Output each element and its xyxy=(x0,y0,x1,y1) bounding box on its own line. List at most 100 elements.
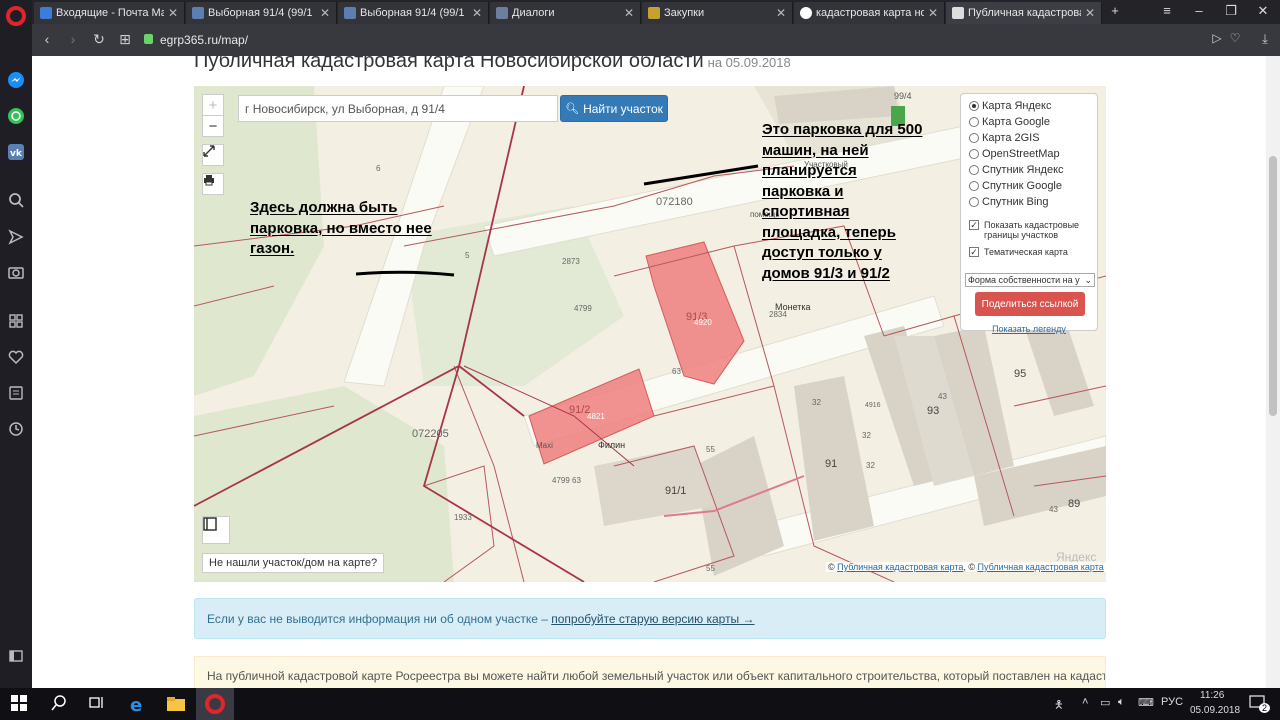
radio-icon[interactable] xyxy=(969,117,979,127)
share-link-button[interactable]: Поделиться ссылкой xyxy=(975,292,1085,316)
volume-icon[interactable]: 🔈︎ xyxy=(1118,696,1125,709)
tab-mail[interactable]: Входящие - Почта Mail.R ✕ xyxy=(34,2,185,24)
checkmark-icon[interactable]: ✓ xyxy=(969,220,979,230)
search-icon[interactable] xyxy=(6,190,26,210)
window-close-icon[interactable]: ✕ xyxy=(1254,3,1272,19)
close-icon[interactable]: ✕ xyxy=(776,6,786,20)
map-label: 55 xyxy=(706,564,715,573)
annotation-left: Здесь должна быть парковка, но вместо не… xyxy=(250,199,432,257)
old-map-link[interactable]: попробуйте старую версию карты → xyxy=(551,612,754,626)
notifications-icon[interactable]: 2 xyxy=(1248,694,1271,715)
tab-vk-2[interactable]: Выборная 91/4 (99/1 стр ✕ xyxy=(338,2,489,24)
tabs-grid-icon[interactable]: ⊞ xyxy=(116,31,134,48)
layer-option-google-sat[interactable]: Спутник Google xyxy=(969,180,1062,192)
copyright-link[interactable]: Публичная кадастровая карта xyxy=(978,562,1104,572)
chevron-up-icon[interactable]: ˄ xyxy=(1082,696,1088,708)
close-icon[interactable]: ✕ xyxy=(928,6,938,20)
minimize-icon[interactable]: – xyxy=(1190,3,1208,18)
thematic-map-checkbox[interactable]: ✓ Тематическая карта xyxy=(969,247,1068,257)
layer-option-google[interactable]: Карта Google xyxy=(969,116,1050,128)
copyright-link[interactable]: Публичная кадастровая карта xyxy=(837,562,963,572)
camera-icon[interactable] xyxy=(6,262,26,282)
sidebar-toggle-icon[interactable] xyxy=(6,646,26,666)
building-number: 4821 xyxy=(587,412,605,421)
tab-cadastral-map[interactable]: Публичная кадастровая ✕ xyxy=(946,2,1102,24)
tab-dialogs[interactable]: Диалоги ✕ xyxy=(490,2,641,24)
map-label: 5 xyxy=(465,251,470,260)
ownership-select[interactable]: Форма собственности на у ⌄ xyxy=(965,273,1095,287)
bookmark-heart-icon[interactable]: ♡ xyxy=(1226,31,1244,45)
messenger-icon[interactable] xyxy=(6,70,26,90)
whatsapp-icon[interactable] xyxy=(6,106,26,126)
download-icon[interactable]: ⤓ xyxy=(1256,31,1274,47)
radio-icon[interactable] xyxy=(969,133,979,143)
new-tab-icon[interactable]: + xyxy=(1106,3,1124,18)
page-scrollbar[interactable] xyxy=(1266,56,1280,688)
map-label: 2873 xyxy=(562,257,580,266)
expand-icon xyxy=(203,145,215,157)
vk-sidebar-icon[interactable]: vk xyxy=(6,142,26,162)
tab-google-search[interactable]: кадастровая карта ново ✕ xyxy=(794,2,945,24)
map-label: 4799 63 xyxy=(552,476,581,485)
scrollbar-thumb[interactable] xyxy=(1269,156,1277,416)
news-icon[interactable] xyxy=(6,383,26,403)
clock-time[interactable]: 11:26 xyxy=(1200,690,1224,701)
heart-icon[interactable] xyxy=(6,347,26,367)
show-legend-link[interactable]: Показать легенду xyxy=(961,324,1097,334)
edge-icon[interactable]: e xyxy=(128,694,148,716)
history-icon[interactable] xyxy=(6,419,26,439)
layer-option-yandex-sat[interactable]: Спутник Яндекс xyxy=(969,164,1064,176)
clock-date[interactable]: 05.09.2018 xyxy=(1190,705,1240,716)
layer-option-yandex[interactable]: Карта Яндекс xyxy=(969,100,1051,112)
file-explorer-icon[interactable] xyxy=(166,694,186,714)
forward-icon[interactable]: › xyxy=(64,31,82,47)
checkmark-icon[interactable]: ✓ xyxy=(969,247,979,257)
layer-option-bing-sat[interactable]: Спутник Bing xyxy=(969,196,1049,208)
address-bar[interactable]: egrp365.ru/map/ xyxy=(140,29,1280,51)
back-icon[interactable]: ‹ xyxy=(38,31,56,47)
close-icon[interactable]: ✕ xyxy=(168,6,178,20)
show-borders-checkbox[interactable]: ✓ Показать кадастровые границы участков xyxy=(969,220,1095,240)
tab-vk-1[interactable]: Выборная 91/4 (99/1 стр ✕ xyxy=(186,2,337,24)
close-icon[interactable]: ✕ xyxy=(1085,6,1095,20)
fullscreen-button[interactable] xyxy=(202,144,224,166)
radio-icon[interactable] xyxy=(969,165,979,175)
find-parcel-button[interactable]: 🔍︎ Найти участок xyxy=(560,95,668,122)
task-view-icon[interactable] xyxy=(88,694,108,714)
layer-option-2gis[interactable]: Карта 2GIS xyxy=(969,132,1040,144)
people-icon[interactable]: 🯅 xyxy=(1054,696,1064,715)
not-found-button[interactable]: Не нашли участок/дом на карте? xyxy=(202,553,385,573)
close-icon[interactable]: ✕ xyxy=(472,6,482,20)
tab-menu-icon[interactable]: ≡ xyxy=(1158,3,1176,18)
radio-icon[interactable] xyxy=(969,197,979,207)
zoom-out-button[interactable]: − xyxy=(202,115,224,137)
cadastral-map[interactable]: 072180 072205 2873 4799 4799 63 1933 6 5… xyxy=(194,86,1106,582)
printer-icon xyxy=(204,175,214,186)
print-button[interactable] xyxy=(202,173,224,195)
map-label: 6 xyxy=(376,164,381,173)
language-indicator[interactable]: РУС xyxy=(1161,696,1183,708)
maximize-icon[interactable]: ❐ xyxy=(1222,3,1240,19)
cadastral-info-button[interactable] xyxy=(202,516,230,544)
radio-icon[interactable] xyxy=(969,181,979,191)
emblem-icon xyxy=(648,7,660,19)
send-page-icon[interactable]: ▷ xyxy=(1208,31,1226,45)
opera-logo-icon[interactable] xyxy=(6,6,26,26)
windows-start-icon[interactable] xyxy=(10,694,30,714)
radio-icon[interactable] xyxy=(969,149,979,159)
input-icon[interactable]: ⌨︎ xyxy=(1138,696,1154,709)
tab-zakupki[interactable]: Закупки ✕ xyxy=(642,2,793,24)
address-search-input[interactable] xyxy=(238,95,558,122)
radio-selected-icon[interactable] xyxy=(969,101,979,111)
opera-taskbar-button[interactable] xyxy=(196,688,234,720)
close-icon[interactable]: ✕ xyxy=(320,6,330,20)
reload-icon[interactable]: ↻ xyxy=(90,31,108,48)
zoom-in-button[interactable]: + xyxy=(202,94,224,116)
send-icon[interactable] xyxy=(6,227,26,247)
search-icon[interactable] xyxy=(50,694,70,714)
network-icon[interactable]: ▭ xyxy=(1100,696,1110,709)
speed-dial-icon[interactable] xyxy=(6,311,26,331)
close-icon[interactable]: ✕ xyxy=(624,6,634,20)
map-label: 91 xyxy=(825,458,838,470)
layer-option-osm[interactable]: OpenStreetMap xyxy=(969,148,1060,160)
